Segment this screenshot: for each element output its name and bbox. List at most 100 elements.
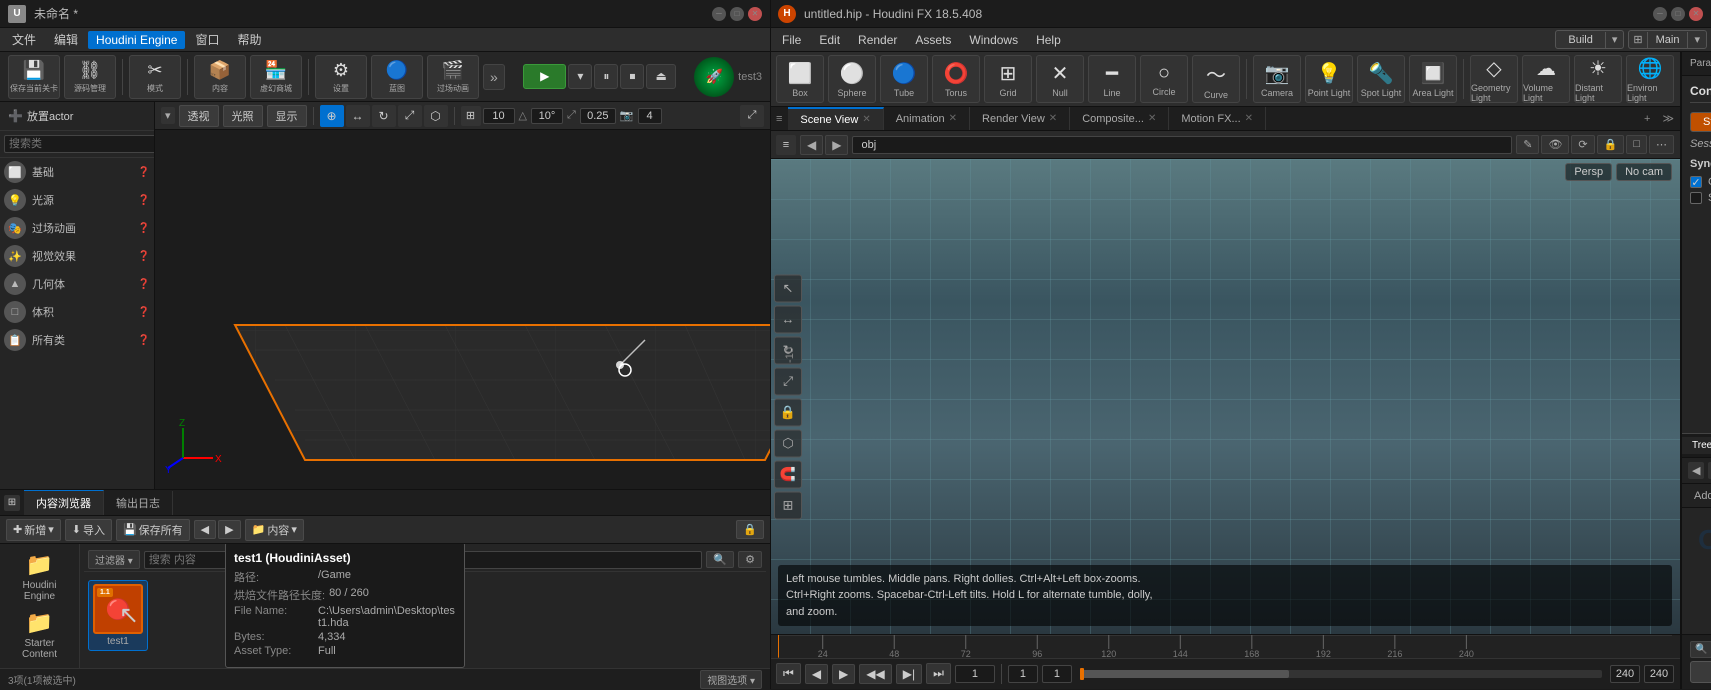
tl-frame-end[interactable] [1042,665,1072,683]
h-menu-help[interactable]: Help [1028,31,1069,49]
null-btn[interactable]: ✕ Null [1036,55,1084,103]
grid-toggle-btn[interactable]: ⊞ [461,106,481,126]
h-scale-tool-btn[interactable]: ⤢ [774,367,802,395]
nocam-btn[interactable]: No cam [1616,163,1672,181]
persp-btn[interactable]: Persp [1565,163,1612,181]
h-vp-tool2[interactable]: 👁 [1541,135,1569,154]
tab-motion-fx[interactable]: Motion FX... ✕ [1169,107,1266,130]
build-dropdown-icon[interactable]: ▾ [1606,31,1624,48]
h-nav-fwd-btn[interactable]: ▶ [825,135,848,155]
sync-viewport-checkbox[interactable] [1690,192,1702,204]
back-btn[interactable]: ◀ [194,520,216,539]
environ-light-btn[interactable]: 🌐 Environ Light [1626,55,1674,103]
geometry-help-icon[interactable]: ❓ [138,279,150,290]
tl-current-frame[interactable] [955,665,995,683]
build-btn[interactable]: Build [1556,32,1605,48]
tl-next-btn[interactable]: ▶| [896,664,922,684]
render-view-close[interactable]: ✕ [1049,113,1057,124]
h-obj-mode-btn[interactable]: ⬡ [774,429,802,457]
cook-houdini-time-checkbox[interactable]: ✓ [1690,176,1702,188]
settings-btn[interactable]: ⚙ 设置 [315,55,367,99]
view-options-btn[interactable]: ⚙ [738,551,762,568]
forward-btn[interactable]: ▶ [218,520,240,539]
rotate-tool-btn[interactable]: ↻ [372,105,396,127]
animation-close[interactable]: ✕ [949,113,957,124]
pause-btn[interactable]: ⏸ [594,64,618,89]
grid-btn[interactable]: ⊞ Grid [984,55,1032,103]
key-all-channels-btn[interactable]: Key All Channels [1690,661,1711,683]
toolbar-more-btn[interactable]: » [483,64,505,90]
tl-start-btn[interactable]: ⏮ [776,663,801,684]
h-grid-toggle[interactable]: ⊞ [774,491,802,519]
viewport-maximize-btn[interactable]: ⤢ [740,105,764,127]
cb-new-btn[interactable]: ✚ 新增 ▾ [6,519,61,541]
tl-playhead[interactable] [1080,668,1084,680]
all-help-icon[interactable]: ❓ [138,335,150,346]
ue-minimize-btn[interactable]: ─ [712,7,726,21]
marketplace-btn[interactable]: 🏪 虚幻商城 [250,55,302,99]
tabs-more-btn[interactable]: ≫ [1656,109,1680,128]
cb-folder-starter[interactable]: 📁 Starter Content [4,606,75,664]
cb-item-test1[interactable]: 🔴 1.1 ↖ test1 [88,580,148,651]
place-actor-btn[interactable]: ➕ 放置actor [4,106,150,126]
menu-edit[interactable]: 编辑 [46,29,86,50]
sidebar-item-light[interactable]: 💡 光源 ❓ [0,186,154,214]
tab-animation[interactable]: Animation ✕ [884,107,970,130]
ue-maximize-btn[interactable]: □ [730,7,744,21]
sidebar-item-volume[interactable]: □ 体积 ❓ [0,298,154,326]
node-tab-tree-view[interactable]: Tree View [1682,437,1711,454]
node-menu-add[interactable]: Add [1688,488,1711,504]
lighting-btn[interactable]: 光照 [223,105,263,127]
h-menu-assets[interactable]: Assets [907,31,959,49]
h-node-content[interactable]: Objects globalNodes [1682,508,1711,634]
houdini-maximize-btn[interactable]: □ [1671,7,1685,21]
cb-lock-btn[interactable]: 🔒 [736,520,764,539]
filter-toggle-btn[interactable]: 过滤器 ▾ [88,550,140,569]
tl-range-end2[interactable] [1644,665,1674,683]
viewport-canvas[interactable]: X Z Y [155,130,770,489]
menu-houdini-engine[interactable]: Houdini Engine [88,31,185,49]
tl-range-end1[interactable] [1610,665,1640,683]
h-move-tool-btn[interactable]: ↔ [774,305,802,333]
point-light-btn[interactable]: 💡 Point Light [1305,55,1353,103]
menu-window[interactable]: 窗口 [187,29,227,50]
cb-folder-houdini[interactable]: 📁 Houdini Engine [4,548,75,606]
h-select-tool-btn[interactable]: ↖ [774,274,802,302]
translate-tool-btn[interactable]: ↔ [346,105,370,127]
curve-btn[interactable]: 〜 Curve [1192,55,1240,103]
h-menu-render[interactable]: Render [850,31,905,49]
basic-help-icon[interactable]: ❓ [138,167,150,178]
node-back-btn[interactable]: ◀ [1688,462,1704,479]
snap-surface-btn[interactable]: ⬡ [424,105,448,127]
h-vp-tool3[interactable]: ⟳ [1571,135,1594,154]
composite-close[interactable]: ✕ [1148,113,1156,124]
keys-zoom-btn[interactable]: 🔍 [1690,641,1711,658]
h-nav-back-btn[interactable]: ◀ [800,135,823,155]
box-btn[interactable]: ⬜ Box [776,55,824,103]
h-snap-btn[interactable]: 🧲 [774,460,802,488]
h-menu-windows[interactable]: Windows [961,31,1026,49]
ue-close-btn[interactable]: ✕ [748,7,762,21]
circle-btn[interactable]: ○ Circle [1140,55,1188,103]
sidebar-item-geometry[interactable]: ▲ 几何体 ❓ [0,270,154,298]
content-btn[interactable]: 📦 内容 [194,55,246,99]
sidebar-search-input[interactable] [4,135,155,153]
volume-help-icon[interactable]: ❓ [138,307,150,318]
tl-play-back-btn[interactable]: ◀◀ [859,664,891,684]
main-dropdown-icon[interactable]: ▾ [1688,31,1706,48]
scene-view-close[interactable]: ✕ [862,114,870,125]
h-vp-tool5[interactable]: □ [1626,135,1647,154]
ue-3d-viewport[interactable]: ▾ 透视 光照 显示 ⊕ ↔ ↻ ⤢ ⬡ ⊞ 10 △ [155,102,770,489]
cb-content-btn[interactable]: 📁 内容 ▾ [245,519,304,541]
motion-fx-close[interactable]: ✕ [1245,113,1253,124]
play-btn[interactable]: ▶ [523,64,566,89]
camera-btn[interactable]: 📷 Camera [1253,55,1301,103]
distant-light-btn[interactable]: ☀ Distant Light [1574,55,1622,103]
bottom-layout-icon[interactable]: ⊞ [4,495,20,511]
scene-view-menu[interactable]: ≡ [770,110,788,128]
sidebar-item-basic[interactable]: ⬜ 基础 ❓ [0,158,154,186]
sidebar-item-visual[interactable]: ✨ 视觉效果 ❓ [0,242,154,270]
h-vp-more-btn[interactable]: ⋯ [1649,135,1674,154]
sphere-btn[interactable]: ⚪ Sphere [828,55,876,103]
houdini-minimize-btn[interactable]: ─ [1653,7,1667,21]
